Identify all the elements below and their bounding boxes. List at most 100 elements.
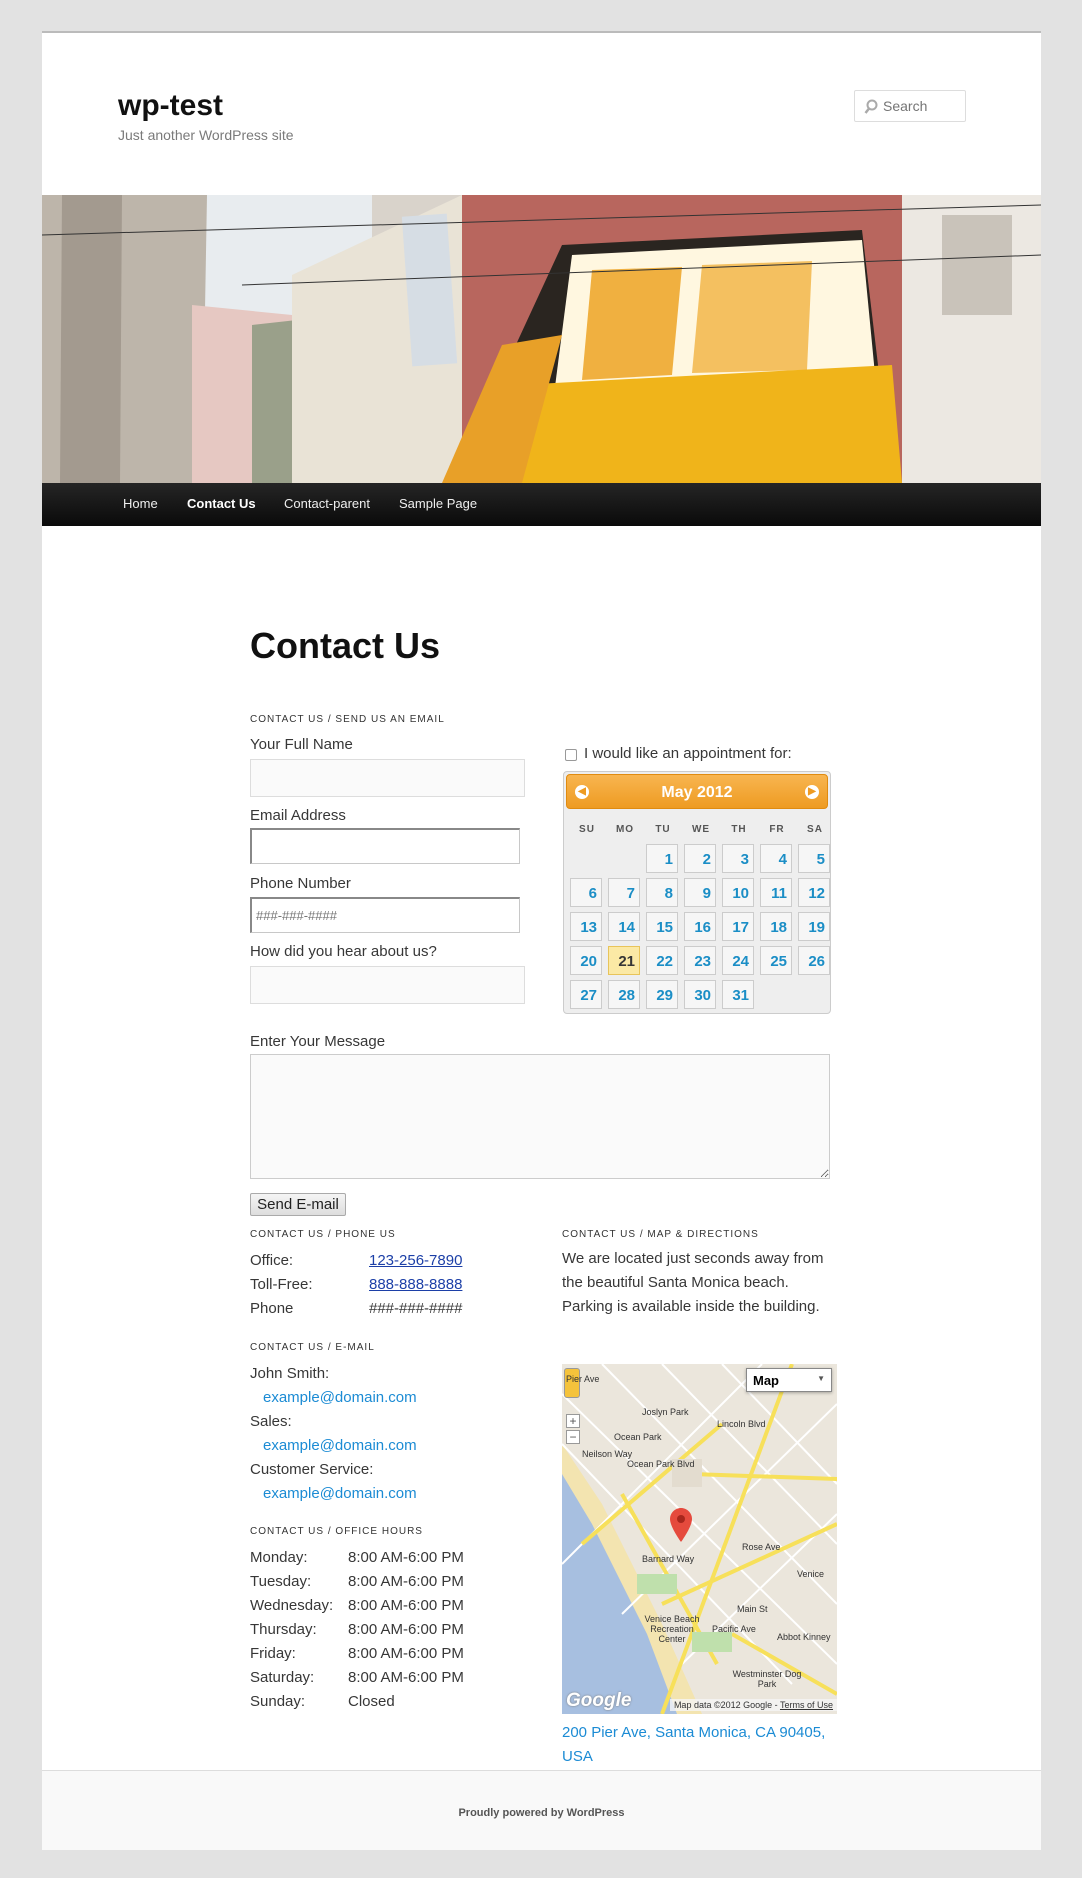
appointment-checkbox[interactable] xyxy=(565,749,577,761)
phone-field[interactable] xyxy=(250,897,520,933)
send-email-button[interactable]: Send E-mail xyxy=(250,1193,346,1216)
email-link[interactable]: example@domain.com xyxy=(263,1485,417,1502)
map-label: Neilson Way xyxy=(582,1449,633,1459)
phone-number: ###-###-#### xyxy=(369,1300,463,1317)
calendar-day[interactable]: 25 xyxy=(760,946,792,975)
google-map[interactable]: + − Map ▼ Joslyn Park Ocean Park Lincoln B… xyxy=(562,1364,837,1714)
email-input[interactable] xyxy=(252,830,519,863)
calendar-day[interactable]: 7 xyxy=(608,878,640,907)
email-field[interactable] xyxy=(250,828,520,864)
map-description: We are located just seconds away from th… xyxy=(562,1250,824,1315)
page-container: wp-test Just another WordPress site Sear… xyxy=(42,31,1041,1850)
map-label: Venice xyxy=(797,1569,825,1579)
calendar-day[interactable]: 6 xyxy=(570,878,602,907)
next-month-icon[interactable]: ▶ xyxy=(805,785,819,799)
google-logo: Google xyxy=(566,1690,632,1711)
message-textarea[interactable] xyxy=(250,1054,830,1179)
calendar-day[interactable]: 17 xyxy=(722,912,754,941)
main-navigation: Home Contact Us Contact-parent Sample Pa… xyxy=(42,483,1041,526)
calendar-day[interactable]: 14 xyxy=(608,912,640,941)
phone-row-label: Phone xyxy=(250,1300,294,1317)
hear-field[interactable] xyxy=(250,966,525,1004)
calendar-day[interactable]: 12 xyxy=(798,878,830,907)
nav-contact-parent[interactable]: Contact-parent xyxy=(284,496,370,511)
map-label: Main St xyxy=(737,1604,768,1614)
map-type-select[interactable]: Map ▼ xyxy=(746,1368,832,1392)
calendar-day[interactable]: 22 xyxy=(646,946,678,975)
email-link[interactable]: example@domain.com xyxy=(263,1437,417,1454)
site-footer: Proudly powered by WordPress xyxy=(42,1770,1041,1850)
calendar-day[interactable]: 27 xyxy=(570,980,602,1009)
hours-day: Tuesday: xyxy=(250,1573,312,1590)
nav-sample-page[interactable]: Sample Page xyxy=(399,496,477,511)
calendar-day[interactable]: 18 xyxy=(760,912,792,941)
hours-time: 8:00 AM-6:00 PM xyxy=(348,1549,464,1566)
zoom-in-icon[interactable]: + xyxy=(566,1414,580,1428)
calendar-day[interactable]: 24 xyxy=(722,946,754,975)
site-title[interactable]: wp-test xyxy=(118,89,223,123)
map-label: Lincoln Blvd xyxy=(717,1419,766,1429)
calendar-day[interactable]: 26 xyxy=(798,946,830,975)
email-link[interactable]: example@domain.com xyxy=(263,1389,417,1406)
calendar-day[interactable]: 16 xyxy=(684,912,716,941)
calendar-day[interactable]: 29 xyxy=(646,980,678,1009)
zoom-out-icon[interactable]: − xyxy=(566,1430,580,1444)
search-box[interactable] xyxy=(854,90,966,122)
hours-day: Saturday: xyxy=(250,1669,315,1686)
phone-section-title: CONTACT US / PHONE US xyxy=(250,1229,396,1240)
map-label: Ocean Park Blvd xyxy=(627,1459,695,1469)
map-marker-icon[interactable] xyxy=(670,1508,692,1542)
calendar-day[interactable]: 8 xyxy=(646,878,678,907)
calendar: ◀ May 2012 ▶ SU MO TU WE TH FR SA 1 2 3 4 5 6 7 8 9 10 11… xyxy=(563,771,831,1014)
hours-time: Closed xyxy=(348,1693,395,1710)
calendar-day[interactable]: 13 xyxy=(570,912,602,941)
email-contact-label: John Smith: xyxy=(250,1365,330,1382)
email-contact-label: Sales: xyxy=(250,1413,292,1430)
search-input[interactable] xyxy=(883,96,963,116)
map-label: Joslyn Park xyxy=(642,1407,689,1417)
hours-day: Friday: xyxy=(250,1645,296,1662)
map-label: Abbot Kinney xyxy=(777,1632,831,1642)
name-field[interactable] xyxy=(250,759,525,797)
calendar-day[interactable]: 23 xyxy=(684,946,716,975)
calendar-day[interactable]: 10 xyxy=(722,878,754,907)
email-section-title: CONTACT US / SEND US AN EMAIL xyxy=(250,714,445,725)
calendar-day[interactable]: 5 xyxy=(798,844,830,873)
calendar-day[interactable]: 19 xyxy=(798,912,830,941)
map-label: Rose Ave xyxy=(742,1542,781,1552)
phone-label: Phone Number xyxy=(250,875,351,892)
map-label: Pier Ave xyxy=(566,1374,600,1384)
hear-input[interactable] xyxy=(251,967,524,1003)
map-label: Venice Beach Recreation Center xyxy=(644,1614,700,1644)
search-icon xyxy=(864,99,878,114)
calendar-day[interactable]: 4 xyxy=(760,844,792,873)
footer-credit[interactable]: Proudly powered by WordPress xyxy=(42,1807,1041,1819)
phone-row-label: Toll-Free: xyxy=(250,1276,313,1293)
nav-contact-us[interactable]: Contact Us xyxy=(187,496,256,511)
map-type-label: Map xyxy=(753,1373,779,1388)
calendar-day[interactable]: 31 xyxy=(722,980,754,1009)
calendar-day[interactable]: 2 xyxy=(684,844,716,873)
calendar-day[interactable]: 20 xyxy=(570,946,602,975)
calendar-day[interactable]: 3 xyxy=(722,844,754,873)
calendar-day[interactable]: 11 xyxy=(760,878,792,907)
phone-number[interactable]: 123-256-7890 xyxy=(369,1252,462,1269)
calendar-day[interactable]: 9 xyxy=(684,878,716,907)
map-label: Barnard Way xyxy=(642,1554,695,1564)
chevron-down-icon: ▼ xyxy=(817,1374,825,1383)
map-address-link[interactable]: 200 Pier Ave, Santa Monica, CA 90405, US… xyxy=(562,1721,837,1769)
header-image xyxy=(42,195,1041,483)
hours-section-title: CONTACT US / OFFICE HOURS xyxy=(250,1526,423,1537)
phone-number[interactable]: 888-888-8888 xyxy=(369,1276,462,1293)
phone-input[interactable] xyxy=(252,899,519,932)
terms-link[interactable]: Terms of Use xyxy=(780,1700,833,1710)
calendar-day[interactable]: 21 xyxy=(608,946,640,975)
nav-home[interactable]: Home xyxy=(123,496,158,511)
calendar-header: ◀ May 2012 ▶ xyxy=(566,774,828,809)
name-input[interactable] xyxy=(251,760,524,796)
calendar-day[interactable]: 30 xyxy=(684,980,716,1009)
calendar-day[interactable]: 28 xyxy=(608,980,640,1009)
hours-time: 8:00 AM-6:00 PM xyxy=(348,1645,464,1662)
calendar-day[interactable]: 1 xyxy=(646,844,678,873)
calendar-day[interactable]: 15 xyxy=(646,912,678,941)
